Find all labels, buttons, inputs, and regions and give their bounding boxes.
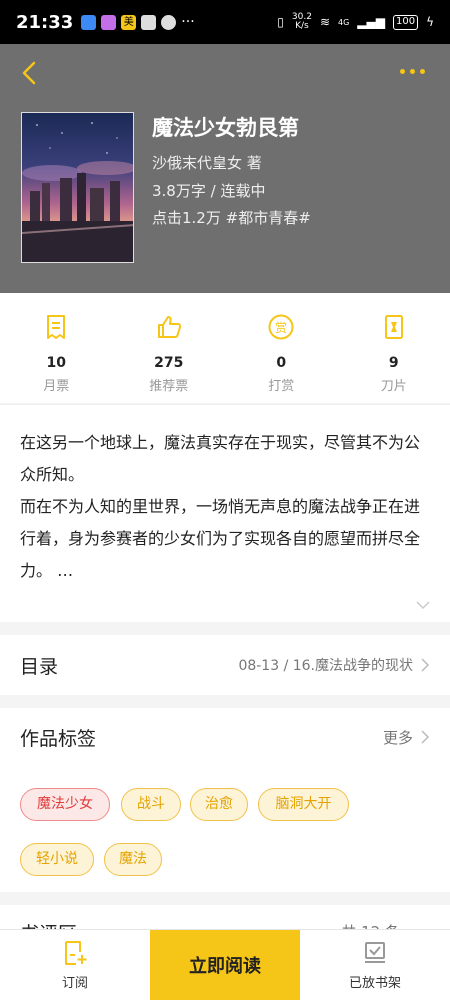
catalog-row[interactable]: 目录 08-13 / 16.魔法战争的现状 [0, 635, 450, 695]
bookshelf-check-icon [365, 941, 385, 963]
network-speed: 30.2 K/s [291, 12, 312, 31]
book-title: 魔法少女勃艮第 [152, 116, 299, 140]
book-detail-page: 21:33 美 ··· ▯ 30.2 K/s ≋ 4G ▂▄▆ 100 ϟ 魔法… [0, 0, 450, 1000]
book-author[interactable]: 沙俄末代皇女 著 [152, 152, 262, 173]
book-clicks-genre: 点击1.2万 #都市青春# [152, 209, 311, 227]
chevron-right-icon [421, 730, 430, 744]
tags-more-link[interactable]: 更多 [383, 727, 430, 748]
bookshelf-label: 已放书架 [348, 975, 401, 991]
bookshelf-button[interactable]: 已放书架 [300, 930, 450, 1000]
reward-icon: 赏 [268, 314, 294, 340]
synopsis-paragraph: 而在不为人知的里世界，一场悄无声息的魔法战争正在进行着，身为参赛者的少女们为了实… [20, 497, 421, 580]
blade-icon [384, 315, 403, 339]
read-now-button[interactable]: 立即阅读 [150, 930, 300, 1000]
network-type: 4G [338, 17, 350, 27]
expand-chevron-icon[interactable] [416, 600, 430, 610]
back-icon[interactable] [18, 60, 40, 86]
wifi-icon: ≋ [319, 15, 330, 29]
tag-chip[interactable]: 轻小说 [20, 843, 94, 876]
status-bar: 21:33 美 ··· ▯ 30.2 K/s ≋ 4G ▂▄▆ 100 ϟ [0, 0, 450, 44]
tag-chip[interactable]: 脑洞大开 [258, 788, 349, 821]
tag-chip[interactable]: 魔法 [104, 843, 162, 876]
tag-chip[interactable]: 治愈 [190, 788, 248, 821]
vibrate-icon: ▯ [277, 15, 284, 29]
more-options-icon[interactable] [400, 64, 430, 78]
battery-level: 100 [392, 14, 419, 30]
stat-label: 打赏 [268, 379, 295, 394]
stat-value: 10 [46, 355, 66, 371]
chevron-right-icon [421, 658, 430, 672]
thumbs-up-icon [157, 316, 181, 338]
book-header: 魔法少女勃艮第 沙俄末代皇女 著 3.8万字 / 连载中 点击1.2万 #都市青… [0, 44, 450, 293]
stat-monthly-ticket[interactable]: 10 月票 [0, 293, 113, 403]
meituan-app-icon: 美 [121, 14, 137, 30]
stat-recommend-ticket[interactable]: 275 推荐票 [113, 293, 226, 403]
book-synopsis[interactable]: 在这另一个地球上，魔法真实存在于现实，尽管其不为公众所知。 而在不为人知的里世界… [0, 404, 450, 622]
stat-label: 刀片 [380, 379, 407, 394]
tags-section: 作品标签 更多 魔法少女 战斗 治愈 脑洞大开 轻小说 魔法 [0, 708, 450, 892]
book-stats: 10 月票 275 推荐票 赏 0 打赏 9 刀片 [0, 293, 450, 403]
synopsis-paragraph: 在这另一个地球上，魔法真实存在于现实，尽管其不为公众所知。 [20, 433, 421, 484]
charging-icon: ϟ [426, 15, 434, 29]
stat-value: 0 [276, 355, 287, 371]
stat-label: 推荐票 [149, 379, 189, 394]
subscribe-label: 订阅 [61, 975, 88, 991]
status-time: 21:33 [16, 11, 74, 33]
latest-chapter: 08-13 / 16.魔法战争的现状 [238, 658, 413, 674]
stat-label: 月票 [43, 379, 70, 394]
signal-icon: ▂▄▆ [357, 15, 385, 29]
bottom-action-bar: 订阅 立即阅读 已放书架 [0, 929, 450, 1000]
book-cover[interactable] [21, 112, 134, 263]
tags-title: 作品标签 [20, 727, 97, 750]
tag-chip[interactable]: 魔法少女 [20, 788, 110, 821]
sync-app-icon [161, 14, 177, 30]
monthly-ticket-icon [47, 315, 66, 339]
stat-value: 9 [388, 355, 399, 371]
stat-value: 275 [154, 355, 184, 371]
camera-app-icon [101, 14, 117, 30]
subscribe-icon [65, 940, 87, 965]
tag-chip[interactable]: 战斗 [121, 788, 181, 821]
tags-more-label: 更多 [382, 728, 413, 747]
subscribe-button[interactable]: 订阅 [0, 930, 150, 1000]
book-word-count-status: 3.8万字 / 连载中 [152, 182, 266, 200]
stat-blade[interactable]: 9 刀片 [338, 293, 450, 403]
svg-text:赏: 赏 [275, 321, 287, 335]
security-app-icon [141, 14, 157, 30]
status-more: ··· [181, 14, 195, 30]
shield-app-icon [81, 14, 97, 30]
stat-reward[interactable]: 赏 0 打赏 [225, 293, 338, 403]
catalog-title: 目录 [20, 655, 59, 678]
